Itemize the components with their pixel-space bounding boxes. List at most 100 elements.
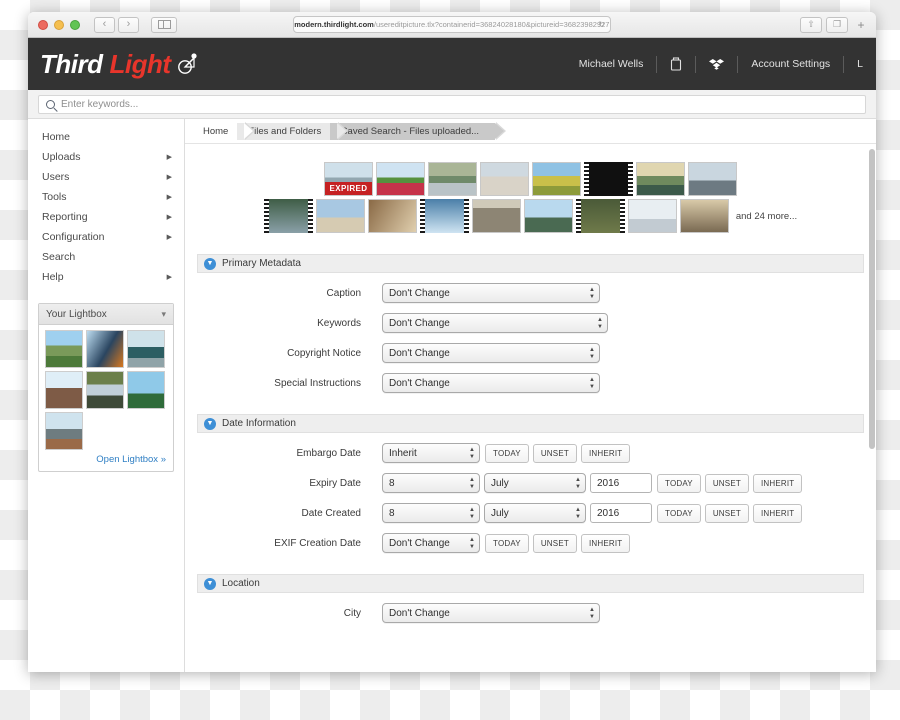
trash-icon[interactable] (657, 55, 697, 73)
list-item[interactable] (127, 371, 165, 409)
expiry-year-input[interactable]: 2016 (590, 473, 652, 493)
city-select[interactable]: Don't Change ▲ ▼ (382, 603, 600, 623)
caption-select[interactable]: Don't Change ▲ ▼ (382, 283, 600, 303)
app-logo[interactable]: Third Light (40, 49, 197, 80)
lightbox-header[interactable]: Your Lightbox ▾ (39, 304, 173, 325)
sidebar-item-configuration[interactable]: Configuration ▶ (28, 227, 184, 247)
new-tab-button[interactable]: + (852, 17, 870, 33)
list-item[interactable] (315, 199, 365, 233)
open-lightbox-link[interactable]: Open Lightbox » (39, 452, 173, 467)
copyright-notice-select[interactable]: Don't Change ▲ ▼ (382, 343, 600, 363)
exif-inherit-button[interactable]: INHERIT (580, 533, 631, 553)
section-location: ▼ Location City Don't Change ▲ ▼ (197, 574, 864, 623)
date-created-inherit-button[interactable]: INHERIT (752, 503, 803, 523)
tabs-icon[interactable]: ❐ (826, 16, 848, 33)
expiry-inherit-button[interactable]: INHERIT (752, 473, 803, 493)
section-header[interactable]: ▼ Primary Metadata (197, 254, 864, 273)
list-item[interactable] (627, 199, 677, 233)
sidebar-item-help[interactable]: Help ▶ (28, 267, 184, 287)
sidebar-item-reporting[interactable]: Reporting ▶ (28, 207, 184, 227)
exif-unset-button[interactable]: UNSET (532, 533, 577, 553)
breadcrumb-item-saved-search[interactable]: Saved Search - Files uploaded... (330, 121, 506, 140)
embargo-today-button[interactable]: TODAY (485, 443, 529, 463)
expiry-today-button[interactable]: TODAY (657, 473, 701, 493)
minimize-window-button[interactable] (54, 19, 64, 30)
search-input[interactable]: Enter keywords... (38, 94, 866, 114)
embargo-unset-button[interactable]: UNSET (532, 443, 577, 463)
browser-window: ‹ › 🔒 modern.thirdlight.com /usereditpic… (28, 12, 876, 672)
list-item[interactable] (688, 162, 737, 196)
back-icon[interactable]: ‹ (94, 16, 115, 33)
list-item[interactable] (679, 199, 729, 233)
sidebar-item-tools[interactable]: Tools ▶ (28, 187, 184, 207)
sidebar-item-label: Uploads (42, 151, 81, 163)
exif-creation-date-select[interactable]: Don't Change ▲ ▼ (382, 533, 480, 553)
address-bar[interactable]: 🔒 modern.thirdlight.com /usereditpicture… (293, 16, 611, 33)
list-item[interactable] (127, 330, 165, 368)
sidebar-item-uploads[interactable]: Uploads ▶ (28, 147, 184, 167)
expiry-month-select[interactable]: July ▲ ▼ (484, 473, 586, 493)
list-item[interactable] (45, 371, 83, 409)
field-label: City (343, 607, 361, 619)
video-thumbnail[interactable] (419, 199, 469, 233)
section-header[interactable]: ▼ Location (197, 574, 864, 593)
account-settings-link[interactable]: Account Settings (738, 55, 845, 73)
window-controls[interactable] (38, 19, 80, 30)
field-label: Caption (326, 287, 361, 299)
stepper-icon: ▲ ▼ (469, 477, 475, 490)
list-item[interactable] (532, 162, 581, 196)
expiry-day-select[interactable]: 8 ▲ ▼ (382, 473, 480, 493)
list-item[interactable] (376, 162, 425, 196)
vertical-scrollbar[interactable] (869, 149, 875, 449)
list-item[interactable] (86, 371, 124, 409)
select-value: July (491, 477, 509, 489)
date-created-today-button[interactable]: TODAY (657, 503, 701, 523)
user-name[interactable]: Michael Wells (566, 55, 658, 73)
sidebar-toggle-icon[interactable] (151, 16, 177, 33)
list-item[interactable] (636, 162, 685, 196)
field-label: Special Instructions (274, 377, 361, 389)
close-window-button[interactable] (38, 19, 48, 30)
date-created-day-select[interactable]: 8 ▲ ▼ (382, 503, 480, 523)
select-value: July (491, 507, 509, 519)
logout-link[interactable]: L (844, 56, 876, 73)
select-value: Don't Change (389, 287, 450, 299)
thumbnail-expired[interactable]: EXPIRED (324, 162, 373, 196)
main-content: Home Files and Folders Saved Search - Fi… (185, 119, 876, 672)
date-created-year-input[interactable]: 2016 (590, 503, 652, 523)
reload-icon[interactable]: ↻ (598, 20, 605, 29)
sidebar-item-home[interactable]: Home (28, 127, 184, 147)
date-created-month-select[interactable]: July ▲ ▼ (484, 503, 586, 523)
chevron-right-icon: ▶ (166, 154, 172, 161)
stepper-icon: ▲ ▼ (469, 537, 475, 550)
maximize-window-button[interactable] (70, 19, 80, 30)
scroll-area: EXPIRED and 24 more... ▼ Primary Metadat… (185, 144, 876, 672)
exif-today-button[interactable]: TODAY (485, 533, 529, 553)
list-item[interactable] (480, 162, 529, 196)
list-item[interactable] (45, 330, 83, 368)
list-item[interactable] (428, 162, 477, 196)
list-item[interactable] (523, 199, 573, 233)
navigation-buttons[interactable]: ‹ › (94, 16, 139, 33)
video-thumbnail[interactable] (575, 199, 625, 233)
video-thumbnail[interactable] (584, 162, 633, 196)
special-instructions-select[interactable]: Don't Change ▲ ▼ (382, 373, 600, 393)
expiry-unset-button[interactable]: UNSET (704, 473, 749, 493)
share-icon[interactable]: ⇧ (800, 16, 822, 33)
embargo-date-select[interactable]: Inherit ▲ ▼ (382, 443, 480, 463)
section-header[interactable]: ▼ Date Information (197, 414, 864, 433)
dropbox-icon[interactable] (696, 55, 739, 73)
lightbox-thumbnails (39, 325, 173, 452)
list-item[interactable] (367, 199, 417, 233)
sidebar-item-users[interactable]: Users ▶ (28, 167, 184, 187)
list-item[interactable] (471, 199, 521, 233)
list-item[interactable] (86, 330, 124, 368)
forward-icon[interactable]: › (118, 16, 139, 33)
keywords-select[interactable]: Don't Change ▲ ▼ (382, 313, 608, 333)
video-thumbnail[interactable] (263, 199, 313, 233)
date-created-unset-button[interactable]: UNSET (704, 503, 749, 523)
list-item[interactable] (45, 412, 83, 450)
sidebar-item-search[interactable]: Search (28, 247, 184, 267)
filmstrip-icon (575, 199, 625, 233)
embargo-inherit-button[interactable]: INHERIT (580, 443, 631, 463)
